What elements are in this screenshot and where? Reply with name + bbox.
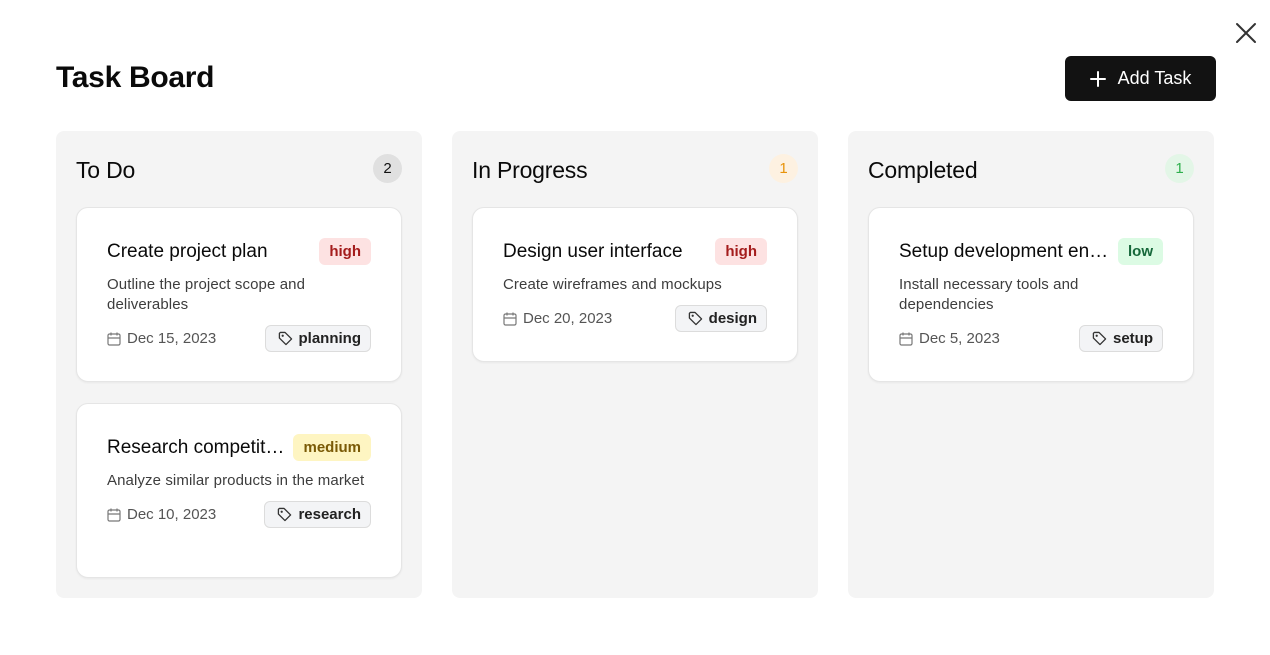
task-title: Design user interface [503, 240, 683, 262]
board-columns: To Do 2 Create project plan high Outline… [56, 131, 1214, 598]
card-list: Design user interface high Create wirefr… [472, 207, 798, 362]
column-header: In Progress 1 [472, 131, 798, 207]
tag-label: planning [298, 330, 362, 347]
task-count-badge: 2 [373, 153, 402, 183]
task-count-badge: 1 [1165, 153, 1194, 183]
task-card[interactable]: Create project plan high Outline the pro… [76, 207, 402, 382]
tag-label: design [708, 310, 757, 327]
calendar-icon [503, 312, 517, 326]
column-title: To Do [76, 156, 136, 183]
column-todo: To Do 2 Create project plan high Outline… [56, 131, 422, 598]
task-count-badge: 1 [769, 153, 798, 183]
calendar-icon [107, 332, 121, 346]
priority-badge: medium [293, 434, 371, 461]
tag-chip[interactable]: design [674, 305, 767, 332]
due-date: Dec 10, 2023 [107, 506, 216, 523]
tag-icon [1092, 331, 1107, 346]
column-title: In Progress [472, 156, 588, 183]
task-title: Setup development environment [899, 240, 1118, 262]
task-description: Create wireframes and mockups [503, 276, 722, 293]
due-date-text: Dec 10, 2023 [127, 506, 217, 523]
plus-icon [1089, 70, 1106, 87]
card-list: Setup development environment low Instal… [868, 207, 1194, 382]
task-card[interactable]: Setup development environment low Instal… [868, 207, 1194, 382]
card-list: Create project plan high Outline the pro… [76, 207, 402, 578]
due-date-text: Dec 20, 2023 [523, 310, 613, 327]
tag-icon [688, 311, 702, 326]
due-date: Dec 15, 2023 [107, 330, 216, 347]
tag-chip[interactable]: setup [1078, 325, 1163, 352]
page-title: Task Board [56, 61, 215, 94]
column-header: To Do 2 [76, 131, 402, 207]
due-date: Dec 5, 2023 [899, 330, 1000, 347]
column-completed: Completed 1 Setup development environmen… [848, 131, 1214, 598]
tag-chip[interactable]: planning [264, 325, 371, 352]
task-description: Outline the project scope and deliverabl… [107, 276, 306, 313]
tag-label: research [298, 506, 361, 523]
priority-badge: high [319, 238, 371, 265]
task-description: Install necessary tools and dependencies [899, 276, 1079, 313]
close-icon [1236, 23, 1256, 43]
column-title: Completed [868, 156, 978, 183]
tag-label: setup [1112, 330, 1153, 347]
add-task-button[interactable]: Add Task [1065, 56, 1216, 101]
due-date-text: Dec 15, 2023 [127, 330, 217, 347]
task-title: Research competitors [107, 436, 292, 458]
task-card[interactable]: Research competitors medium Analyze simi… [76, 403, 402, 578]
tag-chip[interactable]: research [264, 501, 371, 528]
close-button[interactable] [1232, 19, 1260, 47]
priority-badge: low [1118, 238, 1163, 265]
tag-icon [278, 507, 292, 522]
due-date-text: Dec 5, 2023 [919, 330, 1000, 347]
tag-icon [278, 331, 292, 346]
calendar-icon [899, 332, 913, 346]
due-date: Dec 20, 2023 [503, 310, 612, 327]
add-task-label: Add Task [1117, 68, 1192, 88]
priority-badge: high [715, 238, 767, 265]
column-in-progress: In Progress 1 Design user interface high… [452, 131, 818, 598]
task-description: Analyze similar products in the market [107, 472, 365, 489]
calendar-icon [107, 508, 121, 522]
task-title: Create project plan [107, 240, 268, 262]
column-header: Completed 1 [868, 131, 1194, 207]
task-card[interactable]: Design user interface high Create wirefr… [472, 207, 798, 362]
